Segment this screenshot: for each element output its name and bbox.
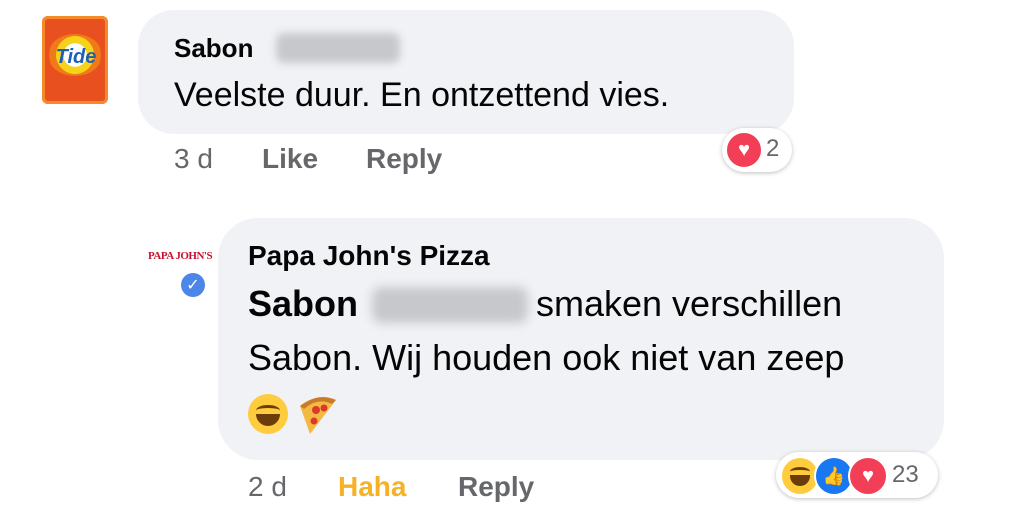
reply-timestamp[interactable]: 2 d: [248, 471, 287, 503]
like-button[interactable]: Like: [262, 143, 318, 175]
reply-button[interactable]: Reply: [366, 143, 442, 175]
papa-johns-avatar[interactable]: PAPA JOHN'S ✓: [144, 236, 216, 304]
tide-avatar[interactable]: Tide: [36, 12, 114, 104]
reaction-count: 2: [766, 135, 780, 162]
papa-johns-logo-text: PAPA JOHN'S: [148, 250, 213, 262]
mention-link[interactable]: Sabon: [248, 283, 358, 325]
love-icon: ♥: [725, 131, 763, 169]
pizza-emoji: [300, 397, 336, 434]
comment-timestamp[interactable]: 3 d: [174, 143, 213, 175]
comment-bubble: [138, 10, 794, 134]
reply-text-line2: Sabon. Wij houden ook niet van zeep: [248, 337, 845, 378]
haha-reaction-button[interactable]: Haha: [338, 471, 406, 503]
reply-author-name[interactable]: Papa John's Pizza: [248, 240, 490, 272]
tide-logo-text: Tide: [55, 46, 97, 68]
reaction-count: 23: [892, 461, 919, 488]
reaction-summary[interactable]: ♥ 2: [722, 128, 792, 172]
reply-button[interactable]: Reply: [458, 471, 534, 503]
reaction-summary[interactable]: 👍 ♥ 23: [776, 452, 938, 498]
grinning-face-emoji: [248, 394, 288, 434]
verified-badge-icon: ✓: [178, 270, 208, 300]
comment-author-name[interactable]: Sabon: [174, 33, 253, 64]
redacted-mention-surname: [372, 287, 528, 323]
comment-text: Veelste duur. En ontzettend vies.: [174, 76, 670, 114]
love-icon: ♥: [848, 456, 888, 496]
redacted-surname: [276, 33, 400, 63]
reply-text-line1: smaken verschillen: [536, 283, 843, 324]
